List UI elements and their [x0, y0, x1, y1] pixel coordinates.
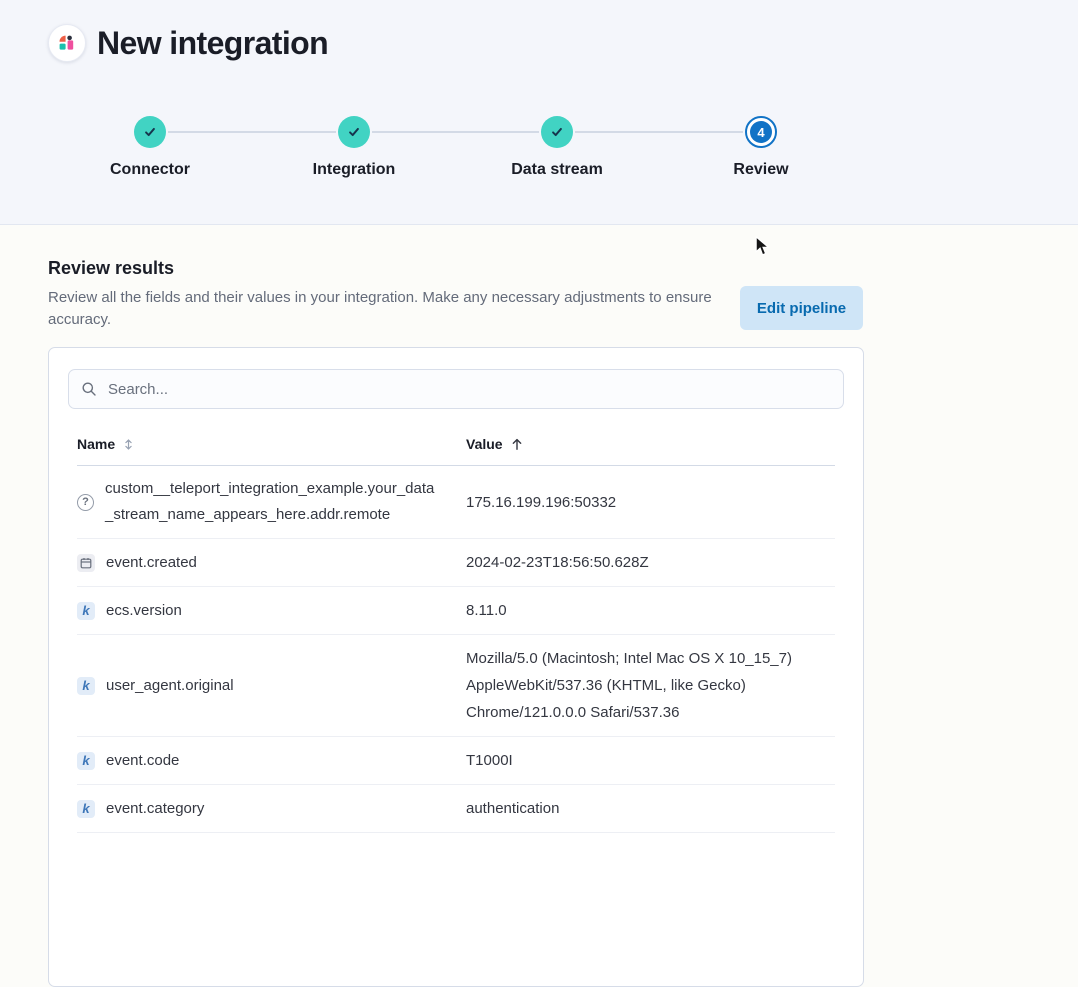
field-value: 175.16.199.196:50332	[466, 489, 835, 516]
review-heading: Review results	[48, 258, 174, 279]
table-row: k user_agent.original Mozilla/5.0 (Macin…	[77, 635, 835, 737]
table-row: event.created 2024-02-23T18:56:50.628Z	[77, 539, 835, 587]
step-label: Integration	[269, 161, 439, 179]
elastic-logo-icon	[48, 24, 86, 62]
brand: New integration	[48, 24, 328, 62]
results-card: Name Value ? custom__teleport_integratio…	[48, 347, 864, 987]
field-table-rows: ? custom__teleport_integration_example.y…	[77, 466, 835, 833]
sort-both-icon	[122, 438, 135, 451]
keyword-icon: k	[77, 752, 95, 770]
step-label: Connector	[65, 161, 235, 179]
field-name-cell: k event.code	[77, 748, 466, 774]
step-data-stream-item[interactable]: Data stream	[472, 116, 642, 179]
step-label: Data stream	[472, 161, 642, 179]
field-name: user_agent.original	[106, 673, 234, 699]
step-current-number-badge: 4	[745, 116, 777, 148]
field-name: event.code	[106, 748, 179, 774]
review-description: Review all the fields and their values i…	[48, 287, 720, 331]
search-icon	[81, 381, 97, 397]
field-name-cell: event.created	[77, 550, 466, 576]
calendar-icon	[77, 554, 95, 572]
keyword-icon: k	[77, 800, 95, 818]
field-name-cell: ? custom__teleport_integration_example.y…	[77, 476, 466, 528]
field-value: 8.11.0	[466, 597, 835, 624]
field-table: Name Value ? custom__teleport_integratio…	[68, 436, 844, 833]
table-row: k event.category authentication	[77, 785, 835, 833]
column-label: Value	[466, 436, 503, 452]
field-value: authentication	[466, 795, 835, 822]
field-value: 2024-02-23T18:56:50.628Z	[466, 549, 835, 576]
wizard-header: New integration Connector Integration Da…	[0, 0, 1078, 225]
step-number: 4	[750, 121, 772, 143]
keyword-icon: k	[77, 677, 95, 695]
step-complete-check-icon	[134, 116, 166, 148]
field-name: event.category	[106, 796, 204, 822]
sort-asc-icon	[510, 437, 524, 451]
field-name-cell: k user_agent.original	[77, 673, 466, 699]
step-complete-check-icon	[338, 116, 370, 148]
table-row: k event.code T1000I	[77, 737, 835, 785]
field-value: Mozilla/5.0 (Macintosh; Intel Mac OS X 1…	[466, 645, 835, 726]
table-row: k ecs.version 8.11.0	[77, 587, 835, 635]
edit-pipeline-button[interactable]: Edit pipeline	[740, 286, 863, 330]
field-name: event.created	[106, 550, 197, 576]
field-table-header: Name Value	[77, 436, 835, 466]
step-complete-check-icon	[541, 116, 573, 148]
step-integration-item[interactable]: Integration	[269, 116, 439, 179]
field-name: ecs.version	[106, 598, 182, 624]
field-name-cell: k event.category	[77, 796, 466, 822]
field-value: T1000I	[466, 747, 835, 774]
step-review-item[interactable]: 4 Review	[676, 116, 846, 179]
column-label: Name	[77, 436, 115, 452]
search-box[interactable]	[68, 369, 844, 409]
field-name: custom__teleport_integration_example.you…	[105, 476, 442, 528]
keyword-icon: k	[77, 602, 95, 620]
table-row: ? custom__teleport_integration_example.y…	[77, 466, 835, 539]
review-section: Review results Review all the fields and…	[0, 225, 1078, 842]
search-input[interactable]	[106, 380, 831, 399]
question-icon: ?	[77, 494, 94, 511]
step-connector-item[interactable]: Connector	[65, 116, 235, 179]
page-title: New integration	[97, 25, 328, 62]
column-header-name[interactable]: Name	[77, 436, 466, 452]
field-name-cell: k ecs.version	[77, 598, 466, 624]
column-header-value[interactable]: Value	[466, 436, 524, 452]
step-label: Review	[676, 161, 846, 179]
